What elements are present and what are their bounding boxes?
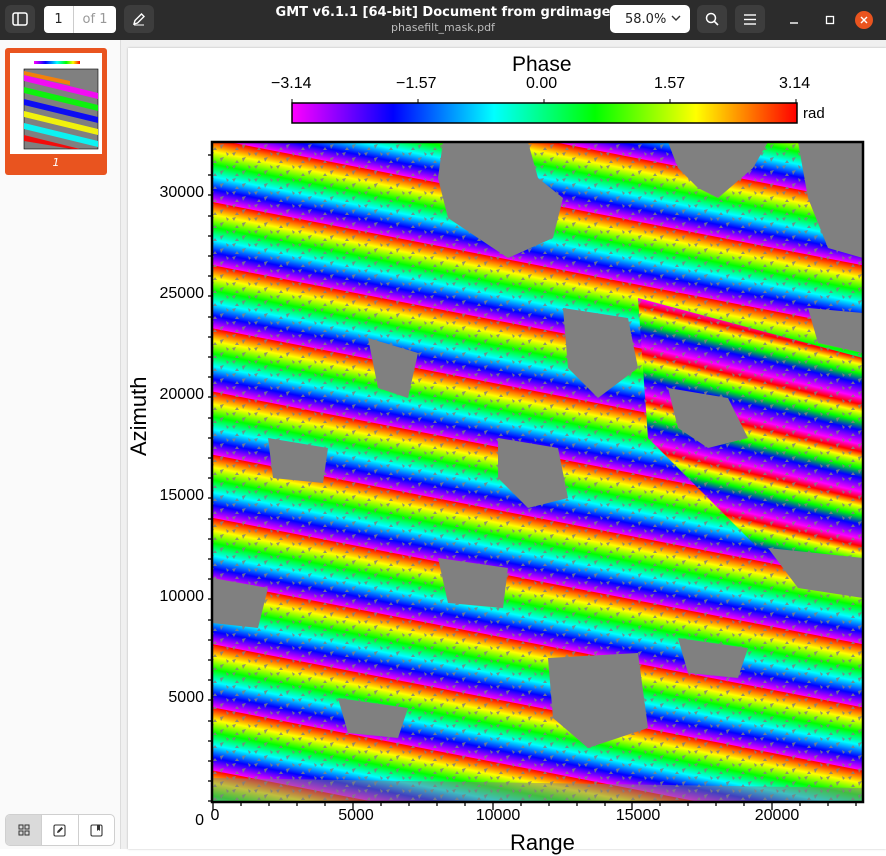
sidebar-mode-switcher [5,814,115,846]
minimize-button[interactable] [785,11,803,29]
x-axis-label: Range [510,830,575,855]
document-view[interactable]: Phase −3.14 −1.57 0.00 1.57 3.14 rad Azi… [121,40,886,855]
pdf-page: Phase −3.14 −1.57 0.00 1.57 3.14 rad Azi… [126,48,886,855]
thumbnail-page-label: 1 [52,156,60,169]
page-total-label: of 1 [82,12,108,27]
annotations-view-button[interactable] [42,815,79,845]
search-icon [705,12,719,26]
minimize-icon [790,22,798,24]
maximize-button[interactable] [821,11,839,29]
annotate-button[interactable] [124,5,154,33]
y-tick-label: 25000 [159,285,205,302]
colorbar-tick-label: 3.14 [779,75,811,92]
sidebar-toggle-icon [12,12,28,26]
pencil-icon [53,823,67,837]
zoom-select[interactable]: 58.0% [610,5,690,33]
grid-icon [18,824,30,836]
colorbar-unit: rad [803,105,825,122]
close-icon [860,16,868,24]
phase-image [212,142,863,802]
sidebar-toggle-button[interactable] [5,5,35,33]
bookmark-icon [90,823,103,837]
chevron-down-icon [671,15,681,21]
y-tick-label: 15000 [159,487,205,504]
colorbar-tick-label: −3.14 [271,75,312,92]
bookmarks-view-button[interactable] [79,815,114,845]
colorbar-tick-label: 1.57 [654,75,686,92]
title-bar: 1 of 1 GMT v6.1.1 [64-bit] Document from… [0,0,886,40]
y-tick-label: 5000 [168,689,204,706]
close-button[interactable] [855,11,873,29]
interferogram-plot [208,140,865,810]
y-tick-label: 30000 [159,184,205,201]
thumbnail-sidebar: 1 [0,40,121,849]
colorbar-tick-label: −1.57 [396,75,437,92]
y-tick-label: 20000 [159,386,205,403]
zoom-value: 58.0% [625,11,667,27]
thumbnail-image [10,53,102,154]
page-navigator: 1 of 1 [44,6,116,33]
page-thumbnail[interactable]: 1 [5,48,107,175]
pencil-icon [132,13,145,26]
colorbar-tick-label: 0.00 [526,75,558,92]
y-tick-label: 10000 [159,588,205,605]
colorbar [291,99,798,124]
search-button[interactable] [697,5,727,33]
colorbar-title: Phase [512,53,572,76]
main-menu-button[interactable] [735,5,765,33]
maximize-icon [825,15,835,25]
thumbnails-view-button[interactable] [6,815,43,845]
page-number-input[interactable]: 1 [44,6,74,33]
hamburger-menu-icon [744,13,756,25]
